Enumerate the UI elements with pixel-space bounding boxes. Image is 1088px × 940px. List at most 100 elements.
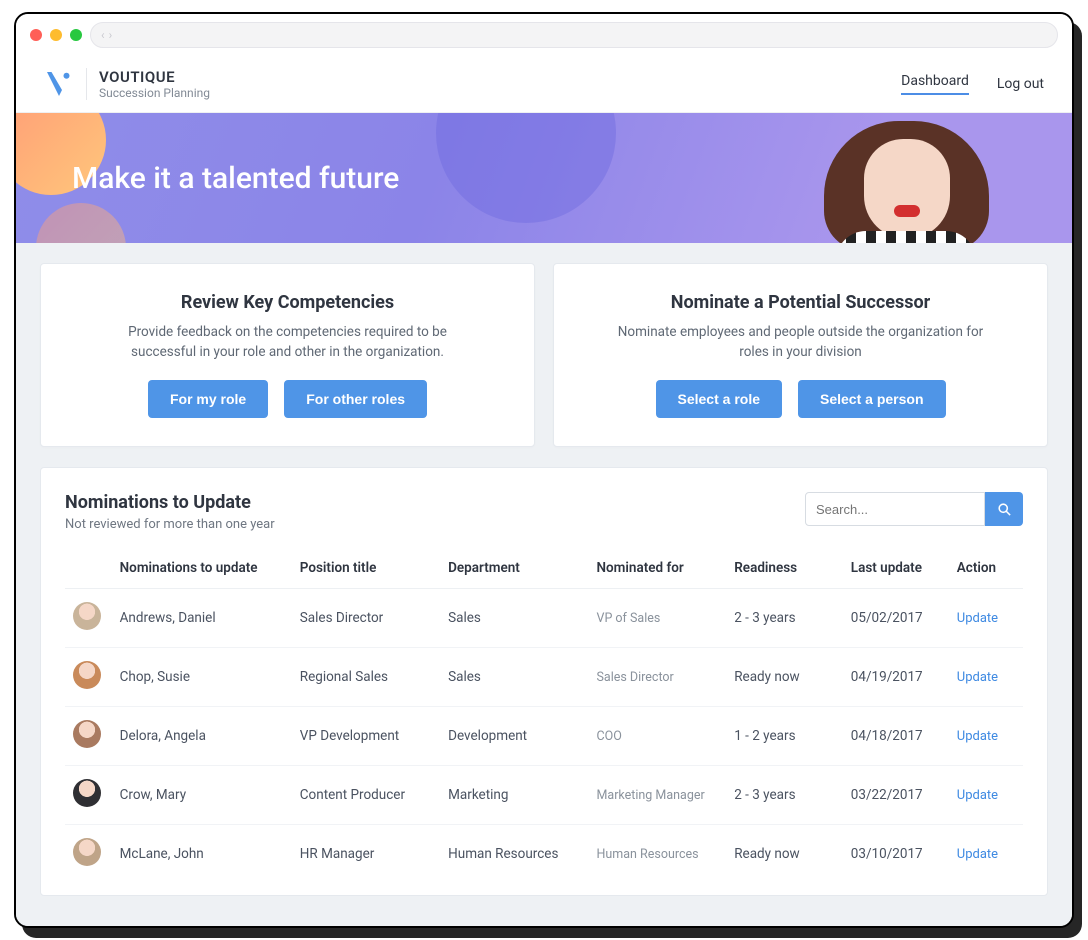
cell-readiness: Ready now	[726, 825, 843, 884]
table-row: Andrews, Daniel Sales Director Sales VP …	[65, 589, 1023, 648]
th-position: Position title	[292, 548, 440, 589]
table-row: McLane, John HR Manager Human Resources …	[65, 825, 1023, 884]
minimize-window-icon[interactable]	[50, 29, 62, 41]
cards-row: Review Key Competencies Provide feedback…	[40, 263, 1048, 447]
brand-text: VOUTIQUE Succession Planning	[99, 68, 210, 100]
brand-divider	[86, 68, 87, 100]
logo-icon	[44, 69, 74, 99]
nav-dashboard[interactable]: Dashboard	[901, 73, 969, 95]
nominations-panel: Nominations to Update Not reviewed for m…	[40, 467, 1048, 896]
card-body: Nominate employees and people outside th…	[611, 323, 991, 362]
panel-title: Nominations to Update	[65, 492, 275, 513]
main-content: Review Key Competencies Provide feedback…	[16, 243, 1072, 926]
avatar	[73, 838, 101, 866]
cell-department: Development	[440, 707, 588, 766]
cell-department: Human Resources	[440, 825, 588, 884]
maximize-window-icon[interactable]	[70, 29, 82, 41]
for-my-role-button[interactable]: For my role	[148, 380, 268, 418]
update-link[interactable]: Update	[957, 729, 998, 744]
th-name: Nominations to update	[112, 548, 292, 589]
select-person-button[interactable]: Select a person	[798, 380, 946, 418]
update-link[interactable]: Update	[957, 670, 998, 685]
cell-readiness: 2 - 3 years	[726, 589, 843, 648]
cell-department: Marketing	[440, 766, 588, 825]
select-role-button[interactable]: Select a role	[656, 380, 783, 418]
brand-title: VOUTIQUE	[99, 68, 210, 86]
cell-nominated-for: COO	[588, 707, 726, 766]
url-bar[interactable]: ‹ ›	[90, 22, 1058, 48]
table-row: Crow, Mary Content Producer Marketing Ma…	[65, 766, 1023, 825]
cell-last-update: 04/19/2017	[843, 648, 949, 707]
search-input[interactable]	[805, 492, 985, 526]
update-link[interactable]: Update	[957, 611, 998, 626]
cell-name: Chop, Susie	[112, 648, 292, 707]
card-actions: Select a role Select a person	[584, 380, 1017, 418]
update-link[interactable]: Update	[957, 788, 998, 803]
hero-blob	[36, 203, 126, 243]
cell-last-update: 03/22/2017	[843, 766, 949, 825]
cell-nominated-for: VP of Sales	[588, 589, 726, 648]
card-title: Review Key Competencies	[71, 292, 504, 313]
hero-banner: Make it a talented future	[16, 113, 1072, 243]
table-row: Delora, Angela VP Development Developmen…	[65, 707, 1023, 766]
cell-position: Regional Sales	[292, 648, 440, 707]
hero-portrait	[812, 121, 1002, 243]
cell-position: Content Producer	[292, 766, 440, 825]
brand-subtitle: Succession Planning	[99, 86, 210, 100]
cell-readiness: 2 - 3 years	[726, 766, 843, 825]
cell-nominated-for: Human Resources	[588, 825, 726, 884]
cell-name: Andrews, Daniel	[112, 589, 292, 648]
avatar	[73, 779, 101, 807]
panel-header: Nominations to Update Not reviewed for m…	[65, 492, 1023, 532]
search-button[interactable]	[985, 492, 1023, 526]
panel-subtitle: Not reviewed for more than one year	[65, 517, 275, 532]
hero-blob	[436, 113, 616, 223]
cell-readiness: Ready now	[726, 648, 843, 707]
cell-department: Sales	[440, 589, 588, 648]
cell-last-update: 04/18/2017	[843, 707, 949, 766]
cell-last-update: 05/02/2017	[843, 589, 949, 648]
cell-name: Delora, Angela	[112, 707, 292, 766]
cell-position: HR Manager	[292, 825, 440, 884]
cell-position: Sales Director	[292, 589, 440, 648]
app-header: VOUTIQUE Succession Planning Dashboard L…	[16, 56, 1072, 113]
window-controls	[30, 29, 82, 41]
cell-nominated-for: Sales Director	[588, 648, 726, 707]
nav-logout[interactable]: Log out	[997, 76, 1044, 92]
nav-arrows: ‹ ›	[101, 28, 112, 42]
nominations-table: Nominations to update Position title Dep…	[65, 548, 1023, 883]
avatar	[73, 602, 101, 630]
card-body: Provide feedback on the competencies req…	[98, 323, 478, 362]
avatar	[73, 720, 101, 748]
table-row: Chop, Susie Regional Sales Sales Sales D…	[65, 648, 1023, 707]
cell-name: Crow, Mary	[112, 766, 292, 825]
close-window-icon[interactable]	[30, 29, 42, 41]
th-action: Action	[949, 548, 1023, 589]
cell-position: VP Development	[292, 707, 440, 766]
card-review-competencies: Review Key Competencies Provide feedback…	[40, 263, 535, 447]
header-nav: Dashboard Log out	[901, 73, 1044, 95]
browser-chrome: ‹ ›	[16, 14, 1072, 56]
brand: VOUTIQUE Succession Planning	[44, 68, 210, 100]
search-wrap	[805, 492, 1023, 526]
hero-headline: Make it a talented future	[72, 161, 399, 196]
card-title: Nominate a Potential Successor	[584, 292, 1017, 313]
search-icon	[997, 502, 1012, 517]
forward-icon[interactable]: ›	[109, 28, 113, 42]
th-readiness: Readiness	[726, 548, 843, 589]
cell-name: McLane, John	[112, 825, 292, 884]
table-header-row: Nominations to update Position title Dep…	[65, 548, 1023, 589]
card-actions: For my role For other roles	[71, 380, 504, 418]
browser-window: ‹ › VOUTIQUE Succession Planning Dashboa…	[14, 12, 1074, 928]
th-department: Department	[440, 548, 588, 589]
cell-department: Sales	[440, 648, 588, 707]
cell-nominated-for: Marketing Manager	[588, 766, 726, 825]
th-nominated-for: Nominated for	[588, 548, 726, 589]
back-icon[interactable]: ‹	[101, 28, 105, 42]
cell-readiness: 1 - 2 years	[726, 707, 843, 766]
for-other-roles-button[interactable]: For other roles	[284, 380, 427, 418]
card-nominate-successor: Nominate a Potential Successor Nominate …	[553, 263, 1048, 447]
avatar	[73, 661, 101, 689]
cell-last-update: 03/10/2017	[843, 825, 949, 884]
th-last-update: Last update	[843, 548, 949, 589]
